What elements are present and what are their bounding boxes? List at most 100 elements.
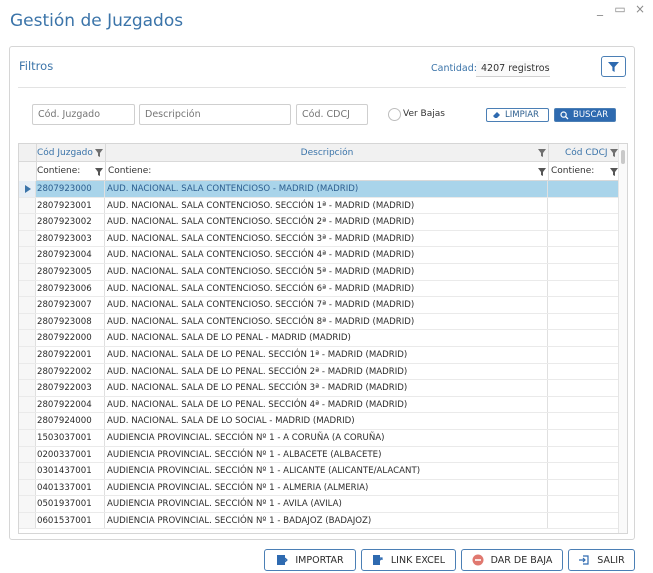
cell-cod-cdcj[interactable] [549, 314, 619, 330]
cell-cod-cdcj[interactable] [549, 214, 619, 230]
cell-cod-juzgado[interactable]: 0501937001 [37, 496, 105, 512]
cell-cod-cdcj[interactable] [549, 330, 619, 346]
cell-cod-juzgado[interactable]: 2807923001 [37, 197, 105, 214]
cell-cod-juzgado[interactable]: 2807923007 [37, 297, 105, 313]
cell-cod-cdcj[interactable] [549, 364, 619, 380]
cell-cod-cdcj[interactable] [549, 413, 619, 429]
cell-descripcion[interactable]: AUD. NACIONAL. SALA DE LO PENAL. SECCIÓN… [106, 363, 548, 380]
table-row[interactable]: 2807923005 AUD. NACIONAL. SALA CONTENCIOS… [19, 263, 619, 281]
cell-descripcion[interactable]: AUD. NACIONAL. SALA DE LO PENAL. SECCIÓN… [106, 380, 548, 396]
salir-button[interactable]: SALIR [568, 549, 635, 571]
importar-button[interactable]: IMPORTAR [264, 549, 356, 571]
table-row[interactable]: 2807922001 AUD. NACIONAL. SALA DE LO PENA… [19, 346, 619, 364]
cell-cod-cdcj[interactable] [549, 380, 619, 396]
cell-cod-cdcj[interactable] [549, 496, 619, 512]
cell-cod-cdcj[interactable] [549, 231, 619, 247]
cell-cod-juzgado[interactable]: 2807924000 [37, 413, 105, 429]
cod-cdcj-input[interactable] [296, 104, 368, 125]
cell-descripcion[interactable]: AUD. NACIONAL. SALA CONTENCIOSO. SECCIÓN… [106, 263, 548, 280]
close-icon[interactable]: × [633, 3, 647, 15]
toggle-filters-button[interactable] [601, 56, 626, 77]
ver-bajas-checkbox[interactable] [388, 108, 401, 121]
cell-cod-cdcj[interactable] [549, 397, 619, 413]
cell-cod-juzgado[interactable]: 1503037001 [37, 429, 105, 446]
cell-cod-juzgado[interactable]: 0200337001 [37, 446, 105, 463]
cell-descripcion[interactable]: AUDIENCIA PROVINCIAL. SECCIÓN Nº 1 - A C… [106, 429, 548, 446]
cell-descripcion[interactable]: AUDIENCIA PROVINCIAL. SECCIÓN Nº 1 - ALM… [106, 479, 548, 496]
cell-descripcion[interactable]: AUDIENCIA PROVINCIAL. SECCIÓN Nº 1 - AVI… [106, 496, 548, 512]
column-filter-icon[interactable] [538, 149, 546, 157]
filter-operator-icon[interactable] [95, 168, 103, 176]
cell-cod-cdcj[interactable] [549, 463, 619, 479]
cell-descripcion[interactable]: AUD. NACIONAL. SALA DE LO PENAL. SECCIÓN… [106, 346, 548, 363]
table-row[interactable]: 2807924000 AUD. NACIONAL. SALA DE LO SOCI… [19, 413, 619, 430]
cell-cod-juzgado[interactable]: 2807922000 [37, 330, 105, 346]
table-row[interactable]: 2807922000 AUD. NACIONAL. SALA DE LO PENA… [19, 330, 619, 347]
cell-descripcion[interactable]: AUD. NACIONAL. SALA DE LO SOCIAL - MADRI… [106, 413, 548, 429]
table-row[interactable]: 2807922003 AUD. NACIONAL. SALA DE LO PENA… [19, 380, 619, 397]
descripcion-input[interactable] [139, 104, 291, 125]
table-row[interactable]: 0301437001 AUDIENCIA PROVINCIAL. SECCIÓN … [19, 463, 619, 480]
scrollbar-thumb[interactable] [621, 150, 625, 164]
cell-cod-juzgado[interactable]: 2807922002 [37, 363, 105, 380]
cell-cod-juzgado[interactable]: 2807923002 [37, 214, 105, 230]
cell-cod-juzgado[interactable]: 2807923006 [37, 280, 105, 297]
cell-descripcion[interactable]: AUDIENCIA PROVINCIAL. SECCIÓN Nº 1 - BAD… [106, 512, 548, 529]
cell-descripcion[interactable]: AUD. NACIONAL. SALA CONTENCIOSO. SECCIÓN… [106, 280, 548, 297]
cell-descripcion[interactable]: AUD. NACIONAL. SALA CONTENCIOSO. SECCIÓN… [106, 197, 548, 214]
col-header-descripcion[interactable]: Descripción [106, 144, 549, 162]
filter-cod-cdcj-cell[interactable]: Contiene: [549, 162, 619, 181]
table-row[interactable]: 2807923006 AUD. NACIONAL. SALA CONTENCIOS… [19, 280, 619, 298]
grid-scrollbar[interactable] [618, 144, 627, 533]
table-row[interactable]: 2807923007 AUD. NACIONAL. SALA CONTENCIOS… [19, 297, 619, 314]
cell-cod-cdcj[interactable] [549, 247, 619, 263]
table-row[interactable]: 0401337001 AUDIENCIA PROVINCIAL. SECCIÓN … [19, 479, 619, 497]
cell-cod-juzgado[interactable]: 2807923003 [37, 230, 105, 247]
cell-cod-cdcj[interactable] [549, 297, 619, 313]
column-filter-icon[interactable] [610, 149, 618, 157]
cell-descripcion[interactable]: AUD. NACIONAL. SALA CONTENCIOSO. SECCIÓN… [106, 214, 548, 230]
cell-cod-juzgado[interactable]: 2807922004 [37, 396, 105, 413]
filter-operator-icon[interactable] [538, 168, 546, 176]
limpiar-button[interactable]: LIMPIAR [486, 108, 549, 122]
table-row[interactable]: 2807923002 AUD. NACIONAL. SALA CONTENCIOS… [19, 214, 619, 231]
filter-cod-juzgado-cell[interactable]: Contiene: [37, 162, 106, 181]
link-excel-button[interactable]: LINK EXCEL [361, 549, 456, 571]
buscar-button[interactable]: BUSCAR [554, 108, 616, 122]
table-row[interactable]: 1503037001 AUDIENCIA PROVINCIAL. SECCIÓN … [19, 429, 619, 447]
cell-cod-cdcj[interactable] [549, 281, 619, 297]
cell-cod-cdcj[interactable] [549, 447, 619, 463]
cell-descripcion[interactable]: AUD. NACIONAL. SALA CONTENCIOSO. SECCIÓN… [106, 247, 548, 263]
cell-descripcion[interactable]: AUD. NACIONAL. SALA CONTENCIOSO. SECCIÓN… [106, 297, 548, 313]
cell-descripcion[interactable]: AUD. NACIONAL. SALA CONTENCIOSO - MADRID… [106, 181, 548, 197]
maximize-icon[interactable]: ▭ [613, 3, 627, 15]
cell-cod-cdcj[interactable] [549, 264, 619, 280]
column-filter-icon[interactable] [95, 149, 103, 157]
cell-cod-cdcj[interactable] [549, 181, 619, 197]
cell-cod-juzgado[interactable]: 2807923000 [37, 181, 105, 197]
cell-cod-cdcj[interactable] [549, 513, 619, 529]
cell-cod-juzgado[interactable]: 2807923008 [37, 313, 105, 330]
cell-cod-cdcj[interactable] [549, 347, 619, 363]
cell-cod-cdcj[interactable] [549, 198, 619, 214]
cell-cod-juzgado[interactable]: 0301437001 [37, 463, 105, 479]
cell-cod-cdcj[interactable] [549, 430, 619, 446]
cell-descripcion[interactable]: AUDIENCIA PROVINCIAL. SECCIÓN Nº 1 - ALB… [106, 446, 548, 463]
dar-de-baja-button[interactable]: DAR DE BAJA [461, 549, 563, 571]
cell-descripcion[interactable]: AUD. NACIONAL. SALA CONTENCIOSO. SECCIÓN… [106, 313, 548, 330]
table-row[interactable]: 2807923001 AUD. NACIONAL. SALA CONTENCIOS… [19, 197, 619, 215]
cell-descripcion[interactable]: AUD. NACIONAL. SALA DE LO PENAL - MADRID… [106, 330, 548, 346]
table-row[interactable]: 2807923000 AUD. NACIONAL. SALA CONTENCIOS… [19, 181, 619, 198]
table-row[interactable]: 2807923004 AUD. NACIONAL. SALA CONTENCIOS… [19, 247, 619, 264]
cell-cod-juzgado[interactable]: 2807923004 [37, 247, 105, 263]
cell-cod-juzgado[interactable]: 2807923005 [37, 263, 105, 280]
cell-cod-cdcj[interactable] [549, 480, 619, 496]
minimize-icon[interactable]: _ [593, 3, 607, 15]
filter-descripcion-cell[interactable]: Contiene: [106, 162, 549, 181]
filter-operator-icon[interactable] [610, 168, 618, 176]
cell-descripcion[interactable]: AUDIENCIA PROVINCIAL. SECCIÓN Nº 1 - ALI… [106, 463, 548, 479]
cell-descripcion[interactable]: AUD. NACIONAL. SALA CONTENCIOSO. SECCIÓN… [106, 230, 548, 247]
col-header-cod-cdcj[interactable]: Cód CDCJ [549, 144, 619, 162]
table-row[interactable]: 0501937001 AUDIENCIA PROVINCIAL. SECCIÓN … [19, 496, 619, 513]
cell-cod-juzgado[interactable]: 0601537001 [37, 512, 105, 529]
